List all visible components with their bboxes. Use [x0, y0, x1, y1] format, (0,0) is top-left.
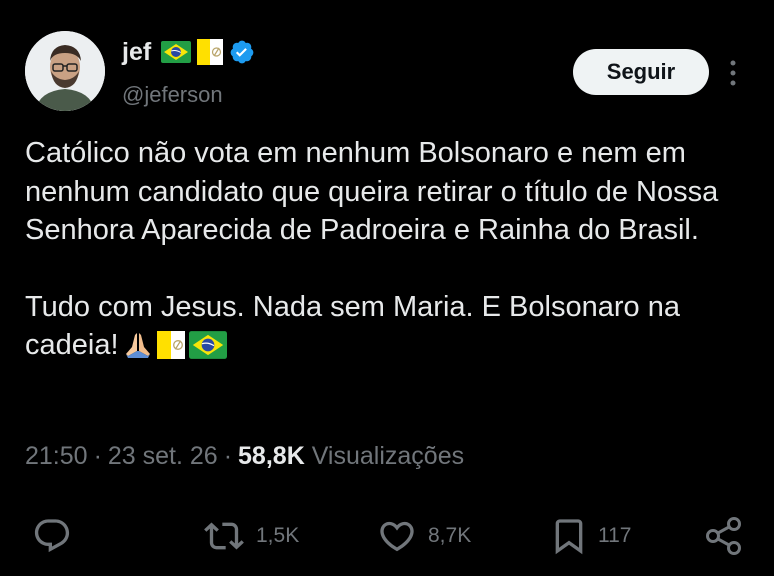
views-count: 58,8K — [238, 442, 305, 470]
retweet-button[interactable]: 1,5K — [200, 514, 299, 558]
display-name[interactable]: jef — [122, 38, 151, 67]
like-button[interactable]: 8,7K — [374, 514, 471, 558]
user-handle[interactable]: @jeferson — [122, 82, 223, 108]
tweet-meta: 21:50 · 23 set. 26 · 58,8K Visualizações — [25, 442, 464, 471]
meta-separator: · — [223, 442, 233, 470]
tweet-paragraph-1: Católico não vota em nenhum Bolsonaro e … — [25, 137, 719, 246]
praying-hands-icon — [123, 329, 153, 359]
tweet-paragraph-2-wrapper: Tudo com Jesus. Nada sem Maria. E Bolson… — [25, 288, 760, 365]
avatar[interactable] — [25, 31, 105, 111]
share-icon[interactable] — [702, 514, 746, 558]
share-button[interactable] — [702, 514, 746, 558]
bookmark-button[interactable]: 117 — [548, 514, 631, 558]
retweet-count: 1,5K — [256, 524, 300, 547]
tweet-date[interactable]: 23 set. 26 — [108, 442, 218, 470]
bookmark-icon[interactable] — [548, 516, 590, 556]
like-count: 8,7K — [428, 524, 472, 547]
retweet-icon[interactable] — [200, 516, 248, 556]
brazil-flag-icon — [161, 41, 192, 63]
display-name-row[interactable]: jef — [122, 36, 255, 68]
vatican-flag-icon — [197, 39, 224, 65]
follow-button[interactable]: Seguir — [573, 49, 709, 95]
heart-icon[interactable] — [374, 516, 420, 556]
vatican-flag-icon — [156, 331, 185, 359]
brazil-flag-icon — [188, 331, 227, 359]
vertical-ellipsis-icon[interactable] — [722, 56, 744, 90]
reply-icon[interactable] — [30, 516, 74, 556]
tweet-time[interactable]: 21:50 — [25, 442, 88, 470]
verified-badge-icon — [229, 39, 255, 65]
reply-button[interactable] — [30, 514, 74, 558]
views-label[interactable]: Visualizações — [312, 442, 464, 470]
tweet-text: Católico não vota em nenhum Bolsonaro e … — [25, 134, 760, 365]
meta-separator: · — [93, 442, 102, 470]
bookmark-count: 117 — [598, 524, 632, 547]
